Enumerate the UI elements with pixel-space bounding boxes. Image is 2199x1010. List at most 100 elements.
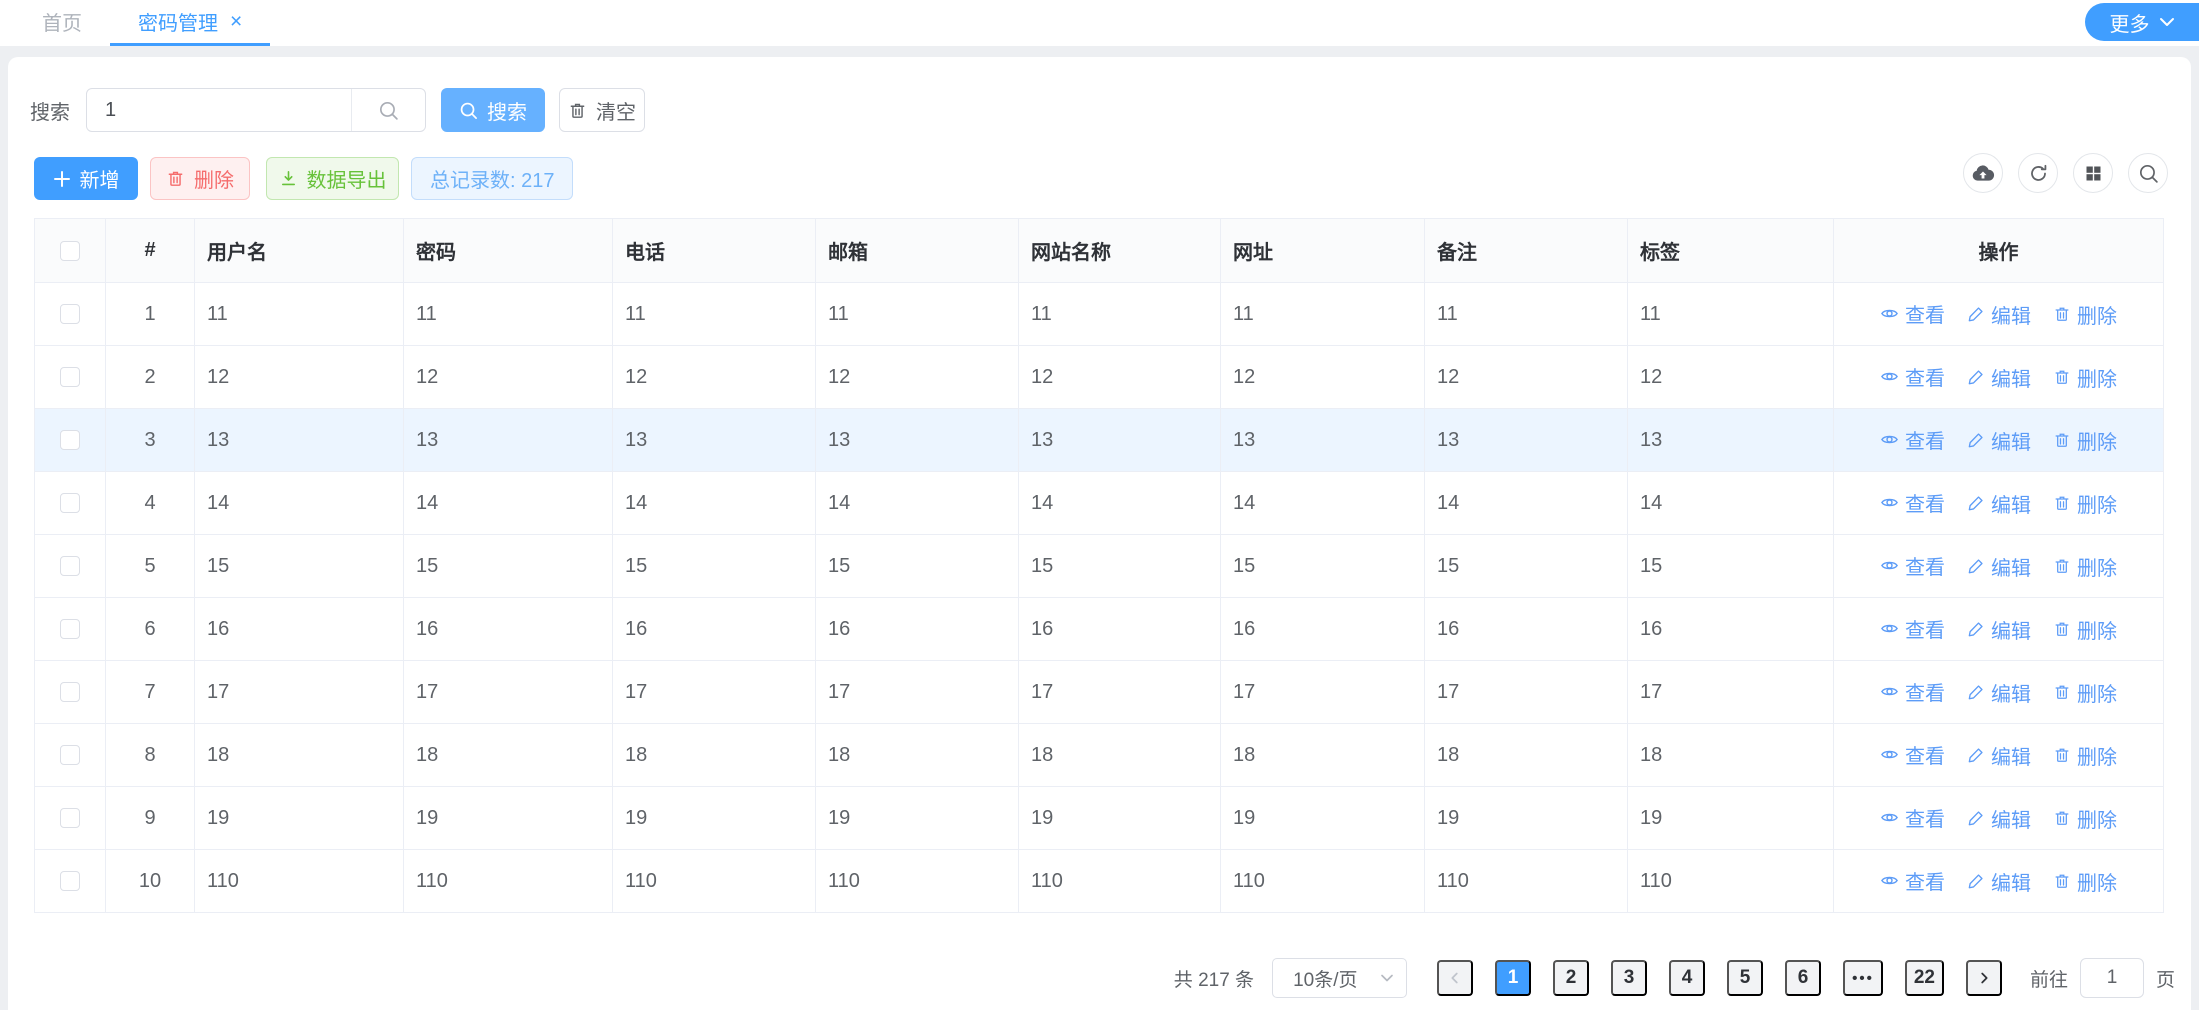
page-button-3[interactable]: 3: [1611, 960, 1647, 996]
close-icon[interactable]: ×: [230, 11, 242, 32]
delete-row-button[interactable]: 删除: [2053, 804, 2117, 833]
clear-button-label: 清空: [596, 96, 636, 125]
column-header-2: 密码: [404, 219, 613, 283]
delete-row-button[interactable]: 删除: [2053, 867, 2117, 896]
table-row[interactable]: 21212121212121212查看编辑删除: [35, 346, 2164, 409]
tab-password-management[interactable]: 密码管理 ×: [110, 0, 270, 46]
page-size-select[interactable]: 10条/页: [1272, 958, 1407, 998]
edit-button[interactable]: 编辑: [1967, 615, 2031, 644]
page-button-4[interactable]: 4: [1669, 960, 1705, 996]
table-cell: 15: [613, 535, 816, 598]
view-button[interactable]: 查看: [1880, 299, 1945, 328]
next-page-button[interactable]: [1966, 960, 2002, 996]
table-cell: 16: [404, 598, 613, 661]
table-cell: 14: [195, 472, 404, 535]
column-header-5: 网站名称: [1019, 219, 1221, 283]
view-button[interactable]: 查看: [1880, 803, 1945, 832]
edit-button[interactable]: 编辑: [1967, 426, 2031, 455]
edit-button[interactable]: 编辑: [1967, 300, 2031, 329]
page-button-22[interactable]: 22: [1905, 960, 1944, 996]
input-search-icon-button[interactable]: [351, 89, 425, 131]
row-checkbox[interactable]: [60, 871, 80, 891]
grid-icon: [2084, 164, 2103, 183]
tab-home[interactable]: 首页: [14, 0, 110, 46]
page-button-2[interactable]: 2: [1553, 960, 1589, 996]
view-button[interactable]: 查看: [1880, 362, 1945, 391]
table-row[interactable]: 11111111111111111查看编辑删除: [35, 283, 2164, 346]
trash-icon: [2053, 431, 2071, 449]
more-button[interactable]: 更多: [2085, 3, 2199, 41]
table-row[interactable]: 51515151515151515查看编辑删除: [35, 535, 2164, 598]
table-cell: 19: [1628, 787, 1834, 850]
row-checkbox[interactable]: [60, 682, 80, 702]
view-button[interactable]: 查看: [1880, 551, 1945, 580]
page-button-5[interactable]: 5: [1727, 960, 1763, 996]
cloud-upload-button[interactable]: [1963, 153, 2003, 193]
eye-icon: [1880, 682, 1899, 701]
row-checkbox-cell: [35, 283, 106, 346]
table-row[interactable]: 61616161616161616查看编辑删除: [35, 598, 2164, 661]
delete-button[interactable]: 删除: [150, 157, 250, 200]
view-button[interactable]: 查看: [1880, 488, 1945, 517]
row-checkbox[interactable]: [60, 430, 80, 450]
row-checkbox[interactable]: [60, 304, 80, 324]
refresh-button[interactable]: [2018, 153, 2058, 193]
column-header-1: 用户名: [195, 219, 404, 283]
edit-button[interactable]: 编辑: [1967, 489, 2031, 518]
clear-button[interactable]: 清空: [559, 88, 645, 132]
row-checkbox[interactable]: [60, 745, 80, 765]
search-toggle-button[interactable]: [2128, 153, 2168, 193]
view-button[interactable]: 查看: [1880, 740, 1945, 769]
row-checkbox[interactable]: [60, 619, 80, 639]
edit-button[interactable]: 编辑: [1967, 867, 2031, 896]
delete-row-button[interactable]: 删除: [2053, 426, 2117, 455]
table-row[interactable]: 10110110110110110110110110查看编辑删除: [35, 850, 2164, 913]
delete-row-button[interactable]: 删除: [2053, 741, 2117, 770]
view-button[interactable]: 查看: [1880, 866, 1945, 895]
tab-bar: 首页 密码管理 × 更多: [0, 0, 2199, 46]
view-button[interactable]: 查看: [1880, 614, 1945, 643]
row-checkbox[interactable]: [60, 493, 80, 513]
table-row[interactable]: 81818181818181818查看编辑删除: [35, 724, 2164, 787]
table-row[interactable]: 41414141414141414查看编辑删除: [35, 472, 2164, 535]
table-cell: 12: [1628, 346, 1834, 409]
table-cell: 15: [1425, 535, 1628, 598]
select-all-checkbox[interactable]: [60, 241, 80, 261]
edit-button[interactable]: 编辑: [1967, 552, 2031, 581]
goto-page-input[interactable]: [2080, 958, 2144, 998]
prev-page-button[interactable]: [1437, 960, 1473, 996]
delete-row-button[interactable]: 删除: [2053, 678, 2117, 707]
view-button[interactable]: 查看: [1880, 425, 1945, 454]
table-cell: 13: [404, 409, 613, 472]
page-button-6[interactable]: 6: [1785, 960, 1821, 996]
view-button[interactable]: 查看: [1880, 677, 1945, 706]
table-cell: 19: [195, 787, 404, 850]
table-row[interactable]: 31313131313131313查看编辑删除: [35, 409, 2164, 472]
row-checkbox[interactable]: [60, 556, 80, 576]
page-button-1[interactable]: 1: [1495, 960, 1531, 996]
edit-button[interactable]: 编辑: [1967, 741, 2031, 770]
edit-button[interactable]: 编辑: [1967, 363, 2031, 392]
grid-view-button[interactable]: [2073, 153, 2113, 193]
more-pages-button[interactable]: •••: [1843, 960, 1883, 996]
table-row[interactable]: 91919191919191919查看编辑删除: [35, 787, 2164, 850]
edit-button[interactable]: 编辑: [1967, 678, 2031, 707]
table-cell: 110: [1425, 850, 1628, 913]
row-checkbox[interactable]: [60, 367, 80, 387]
add-button[interactable]: 新增: [34, 157, 138, 200]
tab-password-management-label: 密码管理: [138, 7, 218, 36]
table-row[interactable]: 71717171717171717查看编辑删除: [35, 661, 2164, 724]
table-cell: 11: [195, 283, 404, 346]
search-input[interactable]: [87, 89, 351, 131]
delete-row-button[interactable]: 删除: [2053, 363, 2117, 392]
delete-row-button[interactable]: 删除: [2053, 552, 2117, 581]
table-cell: 17: [1628, 661, 1834, 724]
search-button[interactable]: 搜索: [441, 88, 545, 132]
delete-row-button[interactable]: 删除: [2053, 300, 2117, 329]
trash-icon: [2053, 557, 2071, 575]
export-button[interactable]: 数据导出: [266, 157, 399, 200]
delete-row-button[interactable]: 删除: [2053, 615, 2117, 644]
edit-button[interactable]: 编辑: [1967, 804, 2031, 833]
delete-row-button[interactable]: 删除: [2053, 489, 2117, 518]
row-checkbox[interactable]: [60, 808, 80, 828]
